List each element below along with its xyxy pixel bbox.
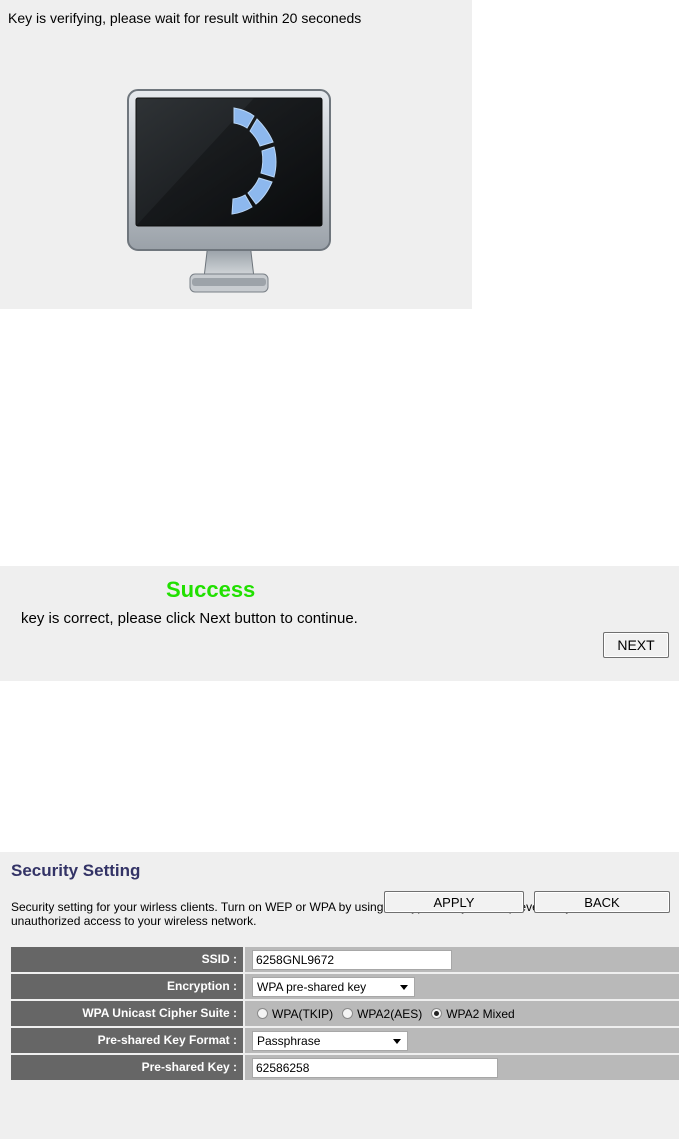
radio-wpa-tkip[interactable]: WPA(TKIP) [257, 1007, 333, 1021]
radio-wpa2-aes-label: WPA2(AES) [357, 1006, 423, 1021]
key-format-value: Passphrase [257, 1034, 321, 1048]
pre-shared-key-label: Pre-shared Key : [11, 1055, 243, 1080]
key-format-cell: Passphrase [245, 1028, 679, 1053]
ssid-input[interactable] [252, 950, 452, 970]
verify-message: Key is verifying, please wait for result… [8, 10, 362, 26]
ssid-cell [245, 947, 679, 972]
encryption-label: Encryption : [11, 974, 243, 999]
radio-circle-icon [342, 1008, 354, 1019]
radio-wpa2-mixed-label: WPA2 Mixed [446, 1006, 515, 1021]
chevron-down-icon [393, 1039, 401, 1044]
verify-panel: Key is verifying, please wait for result… [0, 0, 472, 309]
chevron-down-icon [400, 985, 408, 990]
radio-selected-icon [431, 1008, 443, 1019]
description-line-2: unauthorized access to your wireless net… [11, 914, 257, 928]
key-format-label: Pre-shared Key Format : [11, 1028, 243, 1053]
encryption-value: WPA pre-shared key [257, 980, 367, 994]
apply-button[interactable]: APPLY [384, 891, 524, 913]
encryption-select[interactable]: WPA pre-shared key [252, 977, 415, 997]
encryption-row: Encryption : WPA pre-shared key [11, 974, 679, 999]
ssid-row: SSID : [11, 947, 679, 972]
pre-shared-key-cell [245, 1055, 679, 1080]
cipher-row: WPA Unicast Cipher Suite : WPA(TKIP) WPA… [11, 1001, 679, 1026]
cipher-radio-group: WPA(TKIP) WPA2(AES) WPA2 Mixed [257, 1001, 524, 1026]
key-format-row: Pre-shared Key Format : Passphrase [11, 1028, 679, 1053]
success-title: Success [166, 577, 256, 602]
cipher-cell: WPA(TKIP) WPA2(AES) WPA2 Mixed [245, 1001, 679, 1026]
next-button[interactable]: NEXT [603, 632, 669, 658]
radio-circle-icon [257, 1008, 268, 1019]
pre-shared-key-row: Pre-shared Key : [11, 1055, 679, 1080]
radio-wpa-tkip-label: WPA(TKIP) [272, 1006, 334, 1021]
key-format-select[interactable]: Passphrase [252, 1031, 408, 1051]
ssid-label: SSID : [11, 947, 243, 972]
cipher-label: WPA Unicast Cipher Suite : [11, 1001, 243, 1026]
success-message: key is correct, please click Next button… [21, 610, 358, 627]
settings-table: SSID : Encryption : WPA pre-shared key W… [11, 947, 679, 1082]
encryption-cell: WPA pre-shared key [245, 974, 679, 999]
radio-wpa2-aes[interactable]: WPA2(AES) [342, 1007, 422, 1021]
page-title: Security Setting [11, 861, 141, 880]
pre-shared-key-input[interactable] [252, 1058, 498, 1078]
radio-wpa2-mixed[interactable]: WPA2 Mixed [431, 1006, 515, 1021]
monitor-loading-icon [127, 89, 331, 293]
back-button[interactable]: BACK [534, 891, 670, 913]
success-panel: Success key is correct, please click Nex… [0, 566, 679, 681]
